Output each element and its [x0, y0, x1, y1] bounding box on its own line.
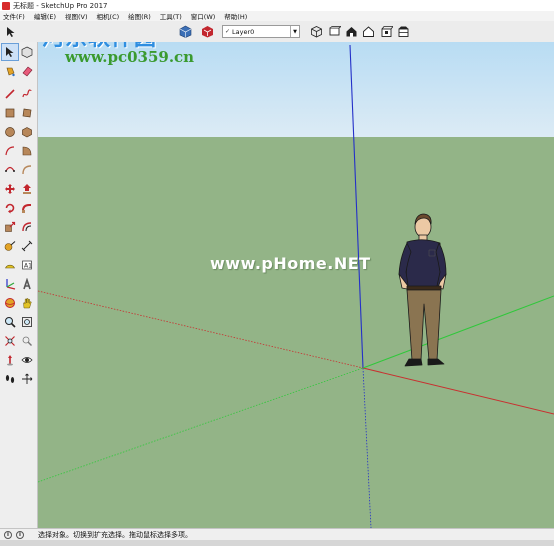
- offset-icon[interactable]: [19, 219, 35, 235]
- orbit-icon[interactable]: [2, 295, 18, 311]
- 3d-text-icon[interactable]: [19, 276, 35, 292]
- rotated-rectangle-icon[interactable]: [19, 105, 35, 121]
- menu-draw[interactable]: 绘图(R): [125, 11, 157, 21]
- move-icon[interactable]: [2, 181, 18, 197]
- zoom-window-icon[interactable]: [19, 314, 35, 330]
- rotate-icon[interactable]: [2, 200, 18, 216]
- svg-text:A1: A1: [24, 263, 32, 270]
- make-component-icon[interactable]: [19, 44, 35, 60]
- select-tool-icon[interactable]: [3, 24, 18, 39]
- section-plane-icon[interactable]: [19, 371, 35, 387]
- pan-hand-icon[interactable]: [19, 295, 35, 311]
- zoom-icon[interactable]: [2, 314, 18, 330]
- sketchup-app-icon: [2, 1, 10, 10]
- eraser-icon[interactable]: [19, 63, 35, 79]
- text-tool-icon[interactable]: A1: [19, 257, 35, 273]
- three-point-arc-icon[interactable]: [2, 162, 18, 178]
- iso-view-icon[interactable]: [309, 24, 324, 39]
- blue-axis: [349, 44, 364, 369]
- window-title: 无标题 - SketchUp Pro 2017: [13, 1, 108, 10]
- 3d-warehouse-icon[interactable]: [200, 24, 215, 39]
- front-view-icon[interactable]: [344, 24, 359, 39]
- paint-bucket-icon[interactable]: [2, 63, 18, 79]
- main-toolbar: ✓ Layer0 ▼: [0, 21, 554, 43]
- select-arrow-icon[interactable]: [1, 43, 19, 61]
- status-message: 选择对象。切换到扩充选择。拖动鼠标选择多项。: [38, 531, 192, 539]
- protractor-icon[interactable]: [2, 257, 18, 273]
- pie-icon[interactable]: [19, 143, 35, 159]
- tool-palette: A1: [0, 42, 38, 528]
- menu-camera[interactable]: 相机(C): [94, 11, 126, 21]
- taskbar-strip: [0, 540, 554, 546]
- previous-view-icon[interactable]: [19, 333, 35, 349]
- component-icon[interactable]: [178, 24, 193, 39]
- menu-bar: 文件(F) 编辑(E) 视图(V) 相机(C) 绘图(R) 工具(T) 窗口(W…: [0, 11, 554, 21]
- drawing-viewport[interactable]: R 河东软件园 www.pc0359.cn www.pHome.NET: [38, 42, 554, 528]
- info-icon[interactable]: i: [4, 531, 12, 539]
- axes-icon[interactable]: [2, 276, 18, 292]
- push-pull-icon[interactable]: [19, 181, 35, 197]
- green-axis-negative: [38, 367, 364, 483]
- menu-edit[interactable]: 编辑(E): [31, 11, 62, 21]
- watermark-center: www.pHome.NET: [210, 254, 371, 273]
- freehand-icon[interactable]: [19, 86, 35, 102]
- blue-axis-negative: [362, 367, 372, 528]
- menu-view[interactable]: 视图(V): [62, 11, 94, 21]
- walk-footprints-icon[interactable]: [2, 371, 18, 387]
- rectangle-icon[interactable]: [2, 105, 18, 121]
- layer-name: Layer0: [232, 27, 255, 36]
- follow-me-icon[interactable]: [19, 200, 35, 216]
- zoom-extents-icon[interactable]: [2, 333, 18, 349]
- layer-dropdown[interactable]: ✓ Layer0 ▼: [222, 25, 300, 38]
- dimension-icon[interactable]: [19, 238, 35, 254]
- scale-icon[interactable]: [2, 219, 18, 235]
- menu-file[interactable]: 文件(F): [0, 11, 31, 21]
- red-axis: [362, 367, 554, 415]
- look-around-eye-icon[interactable]: [19, 352, 35, 368]
- chevron-down-icon: ▼: [290, 26, 299, 37]
- left-view-icon[interactable]: [396, 24, 411, 39]
- top-view-icon[interactable]: [327, 24, 342, 39]
- scale-figure-person: [398, 213, 447, 367]
- menu-tools[interactable]: 工具(T): [157, 11, 188, 21]
- arc-icon[interactable]: [2, 143, 18, 159]
- menu-help[interactable]: 帮助(H): [221, 11, 253, 21]
- menu-window[interactable]: 窗口(W): [188, 11, 222, 21]
- circle-icon[interactable]: [2, 124, 18, 140]
- line-pencil-icon[interactable]: [2, 86, 18, 102]
- right-view-icon[interactable]: [361, 24, 376, 39]
- green-axis: [362, 295, 554, 369]
- watermark-url: www.pc0359.cn: [65, 48, 195, 66]
- scene-svg: [38, 44, 554, 528]
- red-axis-negative: [38, 290, 364, 369]
- two-point-arc-icon[interactable]: [19, 162, 35, 178]
- tape-measure-icon[interactable]: [2, 238, 18, 254]
- layer-check-icon: ✓: [224, 28, 231, 35]
- position-camera-icon[interactable]: [2, 352, 18, 368]
- polygon-icon[interactable]: [19, 124, 35, 140]
- back-view-icon[interactable]: [379, 24, 394, 39]
- help-icon[interactable]: i: [16, 531, 24, 539]
